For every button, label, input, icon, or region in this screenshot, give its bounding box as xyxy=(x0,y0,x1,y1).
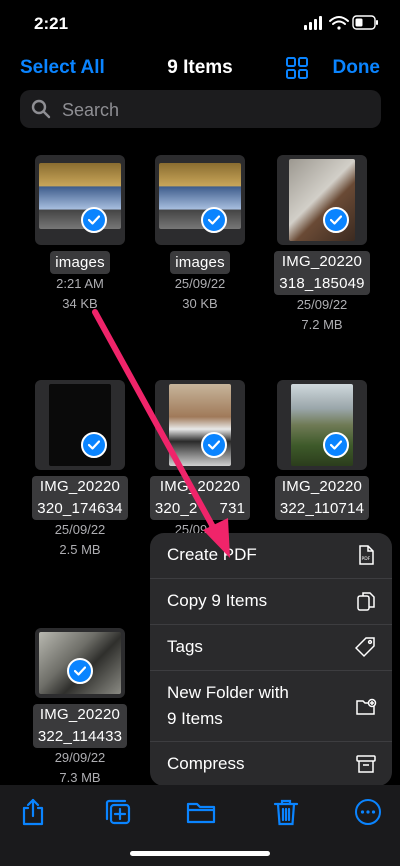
file-size: 30 KB xyxy=(182,296,218,311)
menu-item-label: New Folder with xyxy=(167,683,289,702)
checkmark-icon xyxy=(323,432,349,458)
file-date: 25/09/22 xyxy=(174,276,226,291)
menu-item-new-folder[interactable]: New Folder with 9 Items xyxy=(150,671,392,742)
context-menu: Create PDF PDF Copy 9 Items Tags New Fol… xyxy=(150,533,392,786)
duplicate-icon[interactable] xyxy=(103,797,133,827)
thumbnail xyxy=(155,380,245,470)
tag-icon xyxy=(355,637,375,658)
file-size: 2.5 MB xyxy=(59,542,101,557)
thumbnail xyxy=(277,155,367,245)
menu-item-label-line2: 9 Items xyxy=(167,709,223,728)
laptop-photo xyxy=(39,163,121,229)
home-indicator xyxy=(130,851,270,856)
file-name: images xyxy=(50,251,110,274)
pdf-document-icon: PDF xyxy=(359,545,374,565)
file-item[interactable]: images 2:21 AM 34 KB xyxy=(20,155,140,314)
file-date: 25/09/22 xyxy=(54,522,106,537)
status-time: 2:21 xyxy=(34,14,69,33)
menu-item-tags[interactable]: Tags xyxy=(150,625,392,671)
thumbnail xyxy=(35,628,125,698)
checkmark-icon xyxy=(67,658,93,684)
cellular-signal-icon xyxy=(304,16,322,30)
file-date: 25/09/22 xyxy=(296,297,348,312)
menu-item-label: Compress xyxy=(167,754,245,773)
menu-item-copy[interactable]: Copy 9 Items xyxy=(150,579,392,625)
file-item[interactable]: IMG_20220 318_185049 25/09/22 7.2 MB xyxy=(262,155,382,335)
checkmark-icon xyxy=(201,207,227,233)
file-item[interactable]: IMG_20220 322_114433 29/09/22 7.3 MB xyxy=(20,628,140,788)
thumbnail xyxy=(35,380,125,470)
more-ellipsis-icon[interactable] xyxy=(353,797,383,827)
menu-item-compress[interactable]: Compress xyxy=(150,742,392,786)
file-name: IMG_20220 320_2 731 xyxy=(149,476,251,520)
file-date: 2:21 AM xyxy=(56,276,104,291)
checkmark-icon xyxy=(323,207,349,233)
checkmark-icon xyxy=(201,432,227,458)
file-item[interactable]: IMG_20220 322_110714 xyxy=(262,380,382,520)
file-name: IMG_20220 320_174634 xyxy=(32,476,128,520)
folder-add-icon xyxy=(356,698,377,715)
checkmark-icon xyxy=(81,432,107,458)
share-icon[interactable] xyxy=(18,797,48,827)
file-size: 7.2 MB xyxy=(301,317,343,332)
file-name: IMG_20220 318_185049 xyxy=(274,251,370,295)
trash-icon[interactable] xyxy=(271,797,301,827)
archive-box-icon xyxy=(356,755,376,773)
search-icon xyxy=(31,99,51,119)
search-bar[interactable] xyxy=(20,90,381,130)
file-size: 34 KB xyxy=(62,296,98,311)
copy-icon xyxy=(357,592,375,611)
file-date: 29/09/22 xyxy=(54,750,106,765)
battery-icon xyxy=(352,15,378,30)
done-button[interactable]: Done xyxy=(333,57,381,79)
thumbnail xyxy=(155,155,245,245)
thumbnail xyxy=(277,380,367,470)
laptop-photo xyxy=(159,163,241,229)
status-icons xyxy=(304,15,378,30)
search-input[interactable] xyxy=(60,90,364,130)
menu-item-label: Create PDF xyxy=(167,545,257,564)
file-name: IMG_20220 322_110714 xyxy=(274,476,370,520)
file-name: images xyxy=(170,251,230,274)
svg-text:PDF: PDF xyxy=(362,556,371,562)
wifi-icon xyxy=(329,16,349,30)
file-item[interactable]: IMG_20220 320_174634 25/09/22 2.5 MB xyxy=(20,380,140,560)
file-item[interactable]: IMG_20220 320_2 731 25/09/22 xyxy=(140,380,260,540)
checkmark-icon xyxy=(81,207,107,233)
menu-item-label: Copy 9 Items xyxy=(167,591,268,610)
file-name: IMG_20220 322_114433 xyxy=(32,704,128,748)
menu-item-create-pdf[interactable]: Create PDF PDF xyxy=(150,533,392,579)
thumbnail xyxy=(35,155,125,245)
grid-view-icon[interactable] xyxy=(285,56,309,80)
folder-icon[interactable] xyxy=(186,797,216,827)
menu-item-label: Tags xyxy=(167,637,203,656)
file-item[interactable]: images 25/09/22 30 KB xyxy=(140,155,260,314)
